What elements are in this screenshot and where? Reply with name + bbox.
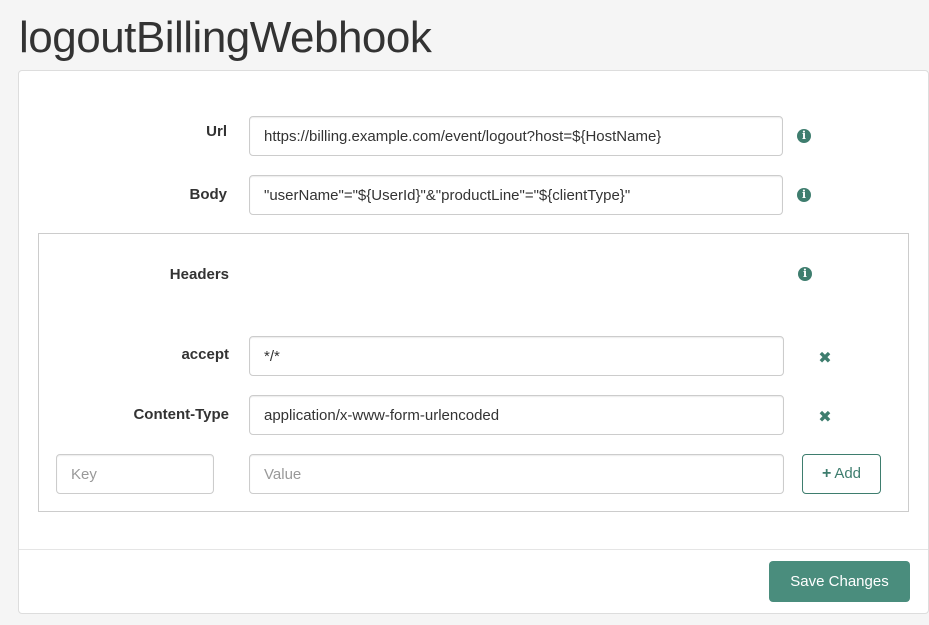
add-button-label: Add — [834, 465, 862, 482]
headers-label: Headers — [169, 266, 229, 283]
header-value-field[interactable] — [249, 395, 784, 435]
url-field[interactable] — [249, 116, 783, 156]
webhook-panel: Url i Body i Headers i accept ✖ Content-… — [18, 70, 929, 614]
body-info-icon[interactable]: i — [797, 188, 811, 202]
body-label: Body — [189, 186, 228, 203]
header-key-label: Content-Type — [133, 406, 229, 423]
body-field[interactable] — [249, 175, 783, 215]
new-header-value-input[interactable] — [249, 454, 784, 494]
new-header-key-input[interactable] — [56, 454, 214, 494]
url-info-icon[interactable]: i — [797, 129, 811, 143]
save-changes-button[interactable]: Save Changes — [769, 561, 910, 602]
headers-section: Headers i accept ✖ Content-Type ✖ +Add — [38, 233, 909, 512]
header-key-label: accept — [181, 346, 229, 363]
url-label: Url — [206, 123, 227, 140]
plus-icon: + — [821, 465, 832, 482]
add-header-button[interactable]: + Add — [802, 454, 881, 494]
close-icon[interactable]: ✖ — [818, 409, 832, 425]
panel-footer-divider — [19, 549, 928, 550]
header-value-field[interactable] — [249, 336, 784, 376]
close-icon[interactable]: ✖ — [818, 350, 832, 366]
headers-info-icon[interactable]: i — [798, 267, 812, 281]
page-title: logoutBillingWebhook — [19, 13, 432, 62]
